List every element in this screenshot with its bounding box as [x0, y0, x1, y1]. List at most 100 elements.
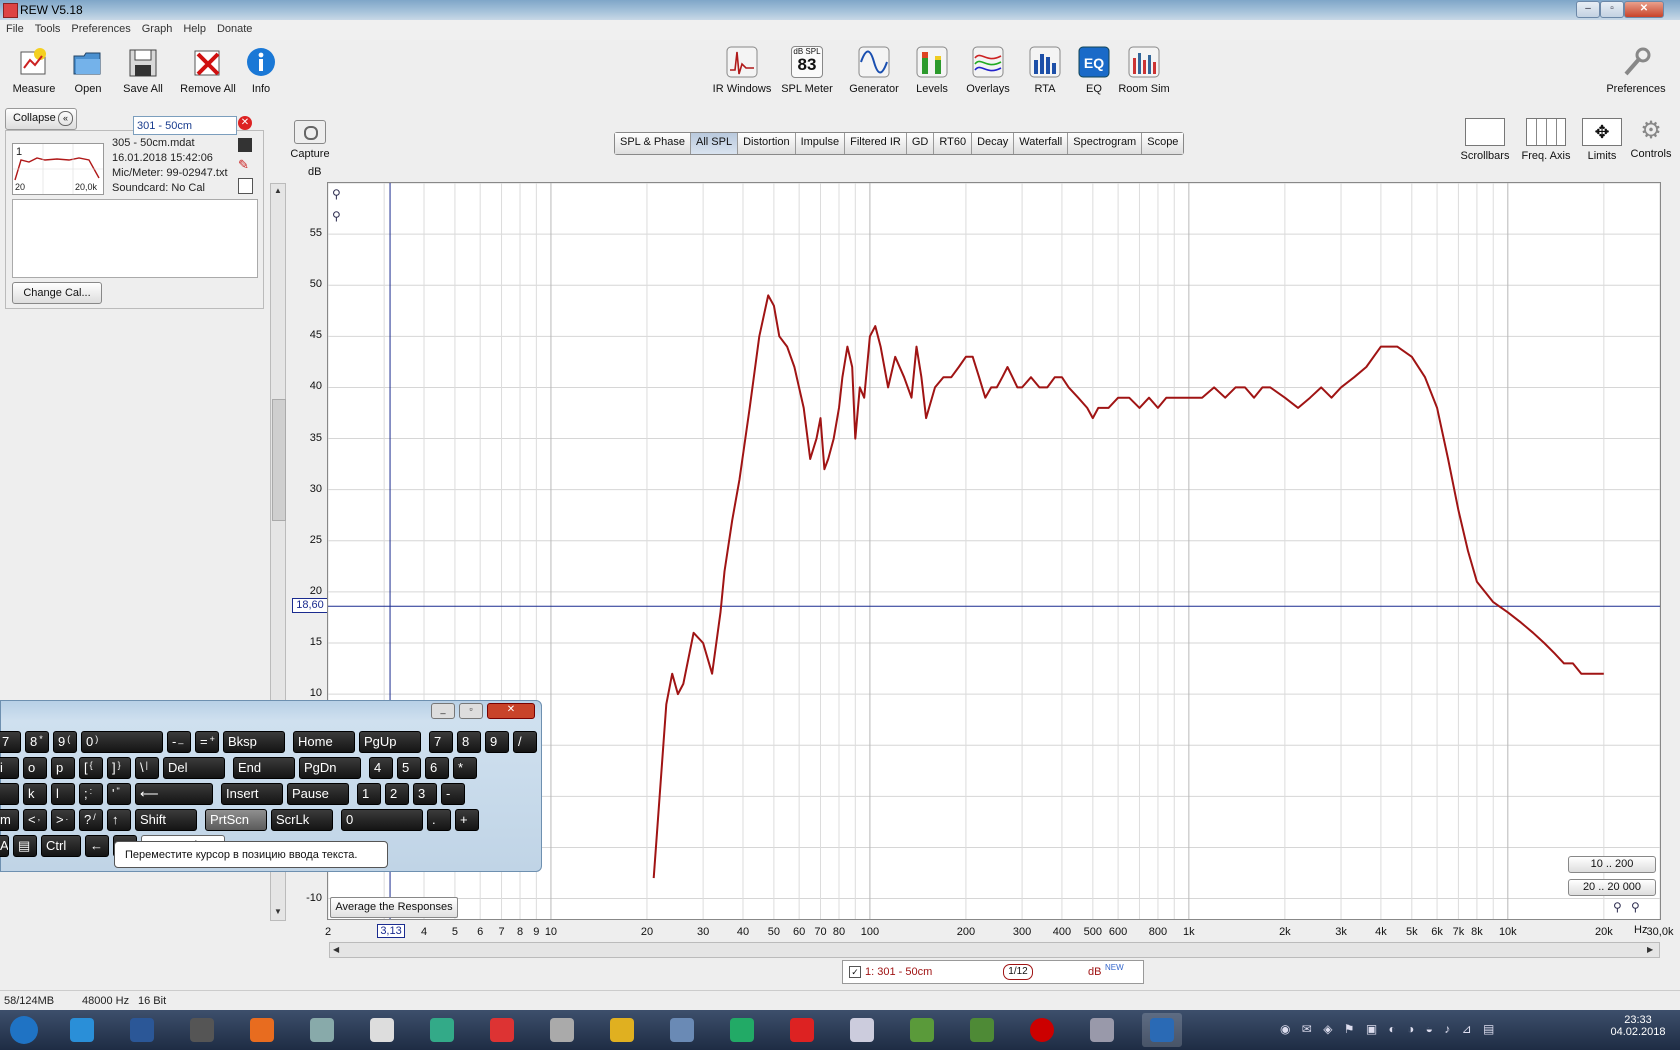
zoom-in-icon[interactable]: ⚲: [1613, 900, 1622, 914]
osk-key[interactable]: Del: [163, 757, 225, 779]
tab-waterfall[interactable]: Waterfall: [1014, 133, 1069, 154]
scroll-down-icon[interactable]: ▼: [274, 907, 282, 916]
osk-key[interactable]: ;:: [79, 783, 103, 805]
remove-all-button[interactable]: Remove All: [179, 46, 237, 95]
taskbar-wolf-button[interactable]: [362, 1013, 402, 1047]
taskbar-ie-button[interactable]: [62, 1013, 102, 1047]
osk-key[interactable]: i: [0, 757, 19, 779]
osk-key[interactable]: Home: [293, 731, 355, 753]
osk-key[interactable]: 6: [425, 757, 449, 779]
notes-area[interactable]: [12, 199, 258, 278]
osk-key[interactable]: 7: [429, 731, 453, 753]
menu-tools[interactable]: Tools: [29, 20, 66, 35]
taskbar-chrome-button[interactable]: [602, 1013, 642, 1047]
osk-maximize-button[interactable]: ▫: [459, 703, 483, 719]
osk-key[interactable]: 7: [0, 731, 21, 753]
osk-key[interactable]: k: [23, 783, 47, 805]
osk-key[interactable]: 9(: [53, 731, 77, 753]
taskbar-omega-button[interactable]: [542, 1013, 582, 1047]
osk-key[interactable]: [0, 783, 19, 805]
osk-key[interactable]: +: [455, 809, 479, 831]
osk-key[interactable]: o: [23, 757, 47, 779]
menu-file[interactable]: File: [0, 20, 29, 35]
overlays-button[interactable]: Overlays: [965, 46, 1011, 95]
eq-button[interactable]: EQ EQ: [1078, 46, 1110, 95]
measure-button[interactable]: Measure: [10, 46, 58, 95]
osk-key[interactable]: -: [441, 783, 465, 805]
taskbar-diagram-button[interactable]: [842, 1013, 882, 1047]
osk-key[interactable]: <,: [23, 809, 47, 831]
osk-key[interactable]: ↑: [107, 809, 131, 831]
range-20-20000-button[interactable]: 20 .. 20 000: [1568, 879, 1656, 896]
rta-button[interactable]: RTA: [1027, 46, 1063, 95]
horizontal-scrollbar[interactable]: ◀ ▶: [329, 942, 1660, 958]
osk-key[interactable]: = +: [195, 731, 219, 753]
osk-key[interactable]: 5: [397, 757, 421, 779]
osk-key[interactable]: Ctrl: [41, 835, 81, 857]
osk-key[interactable]: 0): [81, 731, 163, 753]
osk-key[interactable]: 2: [385, 783, 409, 805]
tab-scope[interactable]: Scope: [1142, 133, 1184, 154]
minimize-button[interactable]: –: [1576, 1, 1600, 18]
taskbar-minecraft2-button[interactable]: [962, 1013, 1002, 1047]
osk-key[interactable]: PgUp: [359, 731, 421, 753]
taskbar-rew-button[interactable]: [1142, 1013, 1182, 1047]
tab-spectrogram[interactable]: Spectrogram: [1068, 133, 1143, 154]
document-icon[interactable]: [238, 178, 253, 194]
tab-gd[interactable]: GD: [906, 133, 935, 154]
osk-key[interactable]: *: [453, 757, 477, 779]
scrollbars-button[interactable]: Scrollbars: [1456, 118, 1514, 162]
measurement-thumbnail[interactable]: 1 20 20,0k: [12, 143, 104, 195]
osk-key[interactable]: 8 *: [25, 731, 49, 753]
osk-key[interactable]: Pause: [287, 783, 349, 805]
scroll-up-icon[interactable]: ▲: [274, 186, 282, 195]
osk-key[interactable]: PrtScn: [205, 809, 267, 831]
tab-decay[interactable]: Decay: [972, 133, 1015, 154]
maximize-button[interactable]: ▫: [1600, 1, 1624, 18]
tab-all-spl[interactable]: All SPL: [691, 133, 739, 154]
tab-distortion[interactable]: Distortion: [738, 133, 796, 154]
room-sim-button[interactable]: Room Sim: [1118, 46, 1170, 95]
osk-key[interactable]: - _: [167, 731, 191, 753]
osk-key[interactable]: 1: [357, 783, 381, 805]
clock[interactable]: 23:33 04.02.2018: [1600, 1014, 1676, 1038]
tab-filtered-ir[interactable]: Filtered IR: [845, 133, 907, 154]
osk-key[interactable]: Shift: [135, 809, 197, 831]
taskbar-calc-button[interactable]: [302, 1013, 342, 1047]
series-checkbox[interactable]: ✓: [849, 966, 861, 978]
osk-key[interactable]: ScrLk: [271, 809, 333, 831]
tab-impulse[interactable]: Impulse: [795, 133, 846, 154]
osk-key[interactable]: [{: [79, 757, 103, 779]
taskbar-record-button[interactable]: [1022, 1013, 1062, 1047]
osk-key[interactable]: ' ": [107, 783, 131, 805]
scroll-right-icon[interactable]: ▶: [1647, 945, 1653, 954]
taskbar-tool-button[interactable]: [1082, 1013, 1122, 1047]
ir-windows-button[interactable]: IR Windows: [712, 46, 772, 95]
osk-key[interactable]: .: [427, 809, 451, 831]
osk-key[interactable]: End: [233, 757, 295, 779]
osk-key[interactable]: Insert: [221, 783, 283, 805]
osk-key[interactable]: 0: [341, 809, 423, 831]
osk-key[interactable]: Alt: [0, 835, 9, 857]
tab-spl-phase[interactable]: SPL & Phase: [615, 133, 692, 154]
remove-measurement-icon[interactable]: ✕: [238, 116, 252, 130]
osk-key[interactable]: >.: [51, 809, 75, 831]
taskbar-scan-button[interactable]: [662, 1013, 702, 1047]
taskbar-vlc-button[interactable]: [242, 1013, 282, 1047]
limits-button[interactable]: ✥ Limits: [1580, 118, 1624, 162]
menu-preferences[interactable]: Preferences: [65, 20, 135, 35]
close-button[interactable]: ✕: [1624, 1, 1664, 18]
taskbar-yandex-button[interactable]: [782, 1013, 822, 1047]
preferences-button[interactable]: Preferences: [1602, 46, 1670, 95]
menu-graph[interactable]: Graph: [136, 20, 178, 35]
osk-key[interactable]: Bksp: [223, 731, 285, 753]
osk-key[interactable]: ? /: [79, 809, 103, 831]
scroll-left-icon[interactable]: ◀: [333, 945, 339, 954]
zoom-in-icon[interactable]: ⚲: [332, 187, 341, 201]
save-all-button[interactable]: Save All: [120, 46, 166, 95]
zoom-out-icon[interactable]: ⚲: [332, 209, 341, 223]
vertical-scroll-thumb[interactable]: [272, 399, 286, 521]
osk-key[interactable]: ]}: [107, 757, 131, 779]
tab-rt60[interactable]: RT60: [934, 133, 973, 154]
osk-key[interactable]: p: [51, 757, 75, 779]
